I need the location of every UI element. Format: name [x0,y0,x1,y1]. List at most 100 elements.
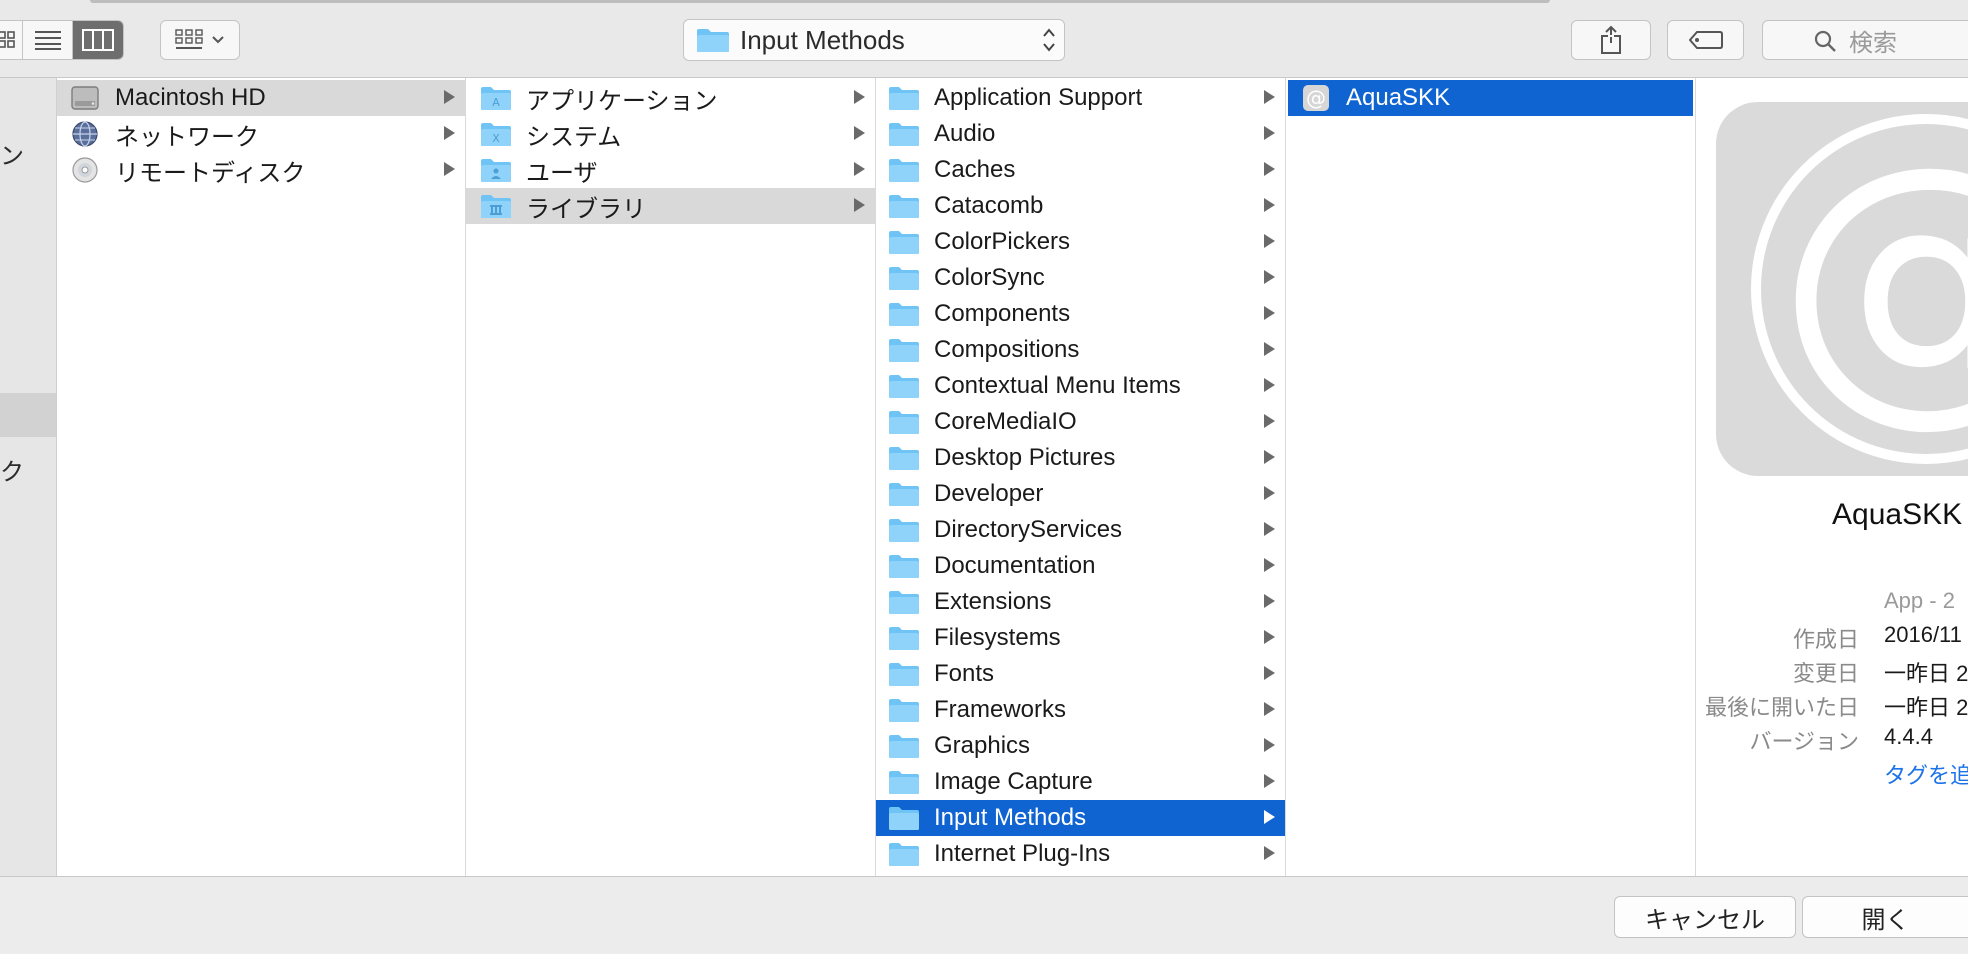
column-item-directoryservices[interactable]: DirectoryServices [876,512,1285,548]
column-item-extensions[interactable]: Extensions [876,584,1285,620]
column-item-label: Compositions [934,336,1080,363]
column-item-label: リモートディスク [115,159,306,187]
sidebar-item-fragment[interactable]: ク [0,452,24,487]
arrange-grid-icon [175,29,203,49]
disclosure-arrow-icon [444,126,455,140]
column-item-label: Catacomb [934,192,1044,219]
folder-icon [888,264,920,292]
share-button[interactable] [1571,20,1651,60]
preview-pane: @ AquaSKK App - 2 作成日 2016/11 変更日 一昨日 2 … [1696,78,1968,876]
column-item-fonts[interactable]: Fonts [876,656,1285,692]
column-item-graphics[interactable]: Graphics [876,728,1285,764]
column-item-filesystems[interactable]: Filesystems [876,620,1285,656]
column-item-label: Desktop Pictures [934,444,1116,471]
network-globe-icon [69,120,101,148]
search-field[interactable]: 検索 [1762,20,1968,60]
column-item-label: Developer [934,480,1044,507]
column-item-documentation[interactable]: Documentation [876,548,1285,584]
column-item-label: Components [934,300,1071,327]
column-item-coremediaio[interactable]: CoreMediaIO [876,404,1285,440]
browser-column-root: A アプリケーション X システム ユーザ ライブラリ [466,78,876,876]
disclosure-arrow-icon [1264,594,1275,608]
column-item-contextual-menu-items[interactable]: Contextual Menu Items [876,368,1285,404]
folder-icon [888,300,920,328]
location-popup[interactable]: Input Methods [683,19,1065,61]
folder-icon [888,840,920,868]
disclosure-arrow-icon [1264,126,1275,140]
disclosure-arrow-icon [1264,198,1275,212]
column-item-label: CoreMediaIO [934,408,1077,435]
column-item-macintosh-hd[interactable]: Macintosh HD [57,80,465,116]
tag-button[interactable] [1667,20,1744,60]
folder-icon [888,372,920,400]
disclosure-arrow-icon [1264,270,1275,284]
column-item-label: Graphics [934,732,1031,759]
folder-icon [888,408,920,436]
column-item-applications[interactable]: A アプリケーション [466,80,875,116]
column-item-users[interactable]: ユーザ [466,152,875,188]
sidebar-item-fragment[interactable]: ン [0,136,24,171]
at-sign-app-icon: @ [1300,84,1332,112]
folder-icon [888,444,920,472]
up-down-chevron-icon [1034,22,1064,58]
column-item-internet-plug-ins[interactable]: Internet Plug-Ins [876,836,1285,872]
disclosure-arrow-icon [1264,630,1275,644]
disclosure-arrow-icon [1264,738,1275,752]
column-item-system[interactable]: X システム [466,116,875,152]
column-item-catacomb[interactable]: Catacomb [876,188,1285,224]
column-item-frameworks[interactable]: Frameworks [876,692,1285,728]
last-opened-label: 最後に開いた日 [1704,695,1859,720]
column-item-library[interactable]: ライブラリ [466,188,875,224]
arrange-dropdown-button[interactable] [160,20,240,60]
folder-icon [888,768,920,796]
column-item-remote-disc[interactable]: リモートディスク [57,152,465,188]
sidebar-selected-row[interactable] [0,393,56,437]
add-tags-link[interactable]: タグを追 [1884,758,1968,790]
disclosure-arrow-icon [1264,162,1275,176]
column-item-label: Documentation [934,552,1096,579]
disclosure-arrow-icon [854,198,865,212]
column-item-colorpickers[interactable]: ColorPickers [876,224,1285,260]
column-item-image-capture[interactable]: Image Capture [876,764,1285,800]
column-item-desktop-pictures[interactable]: Desktop Pictures [876,440,1285,476]
disclosure-arrow-icon [444,162,455,176]
column-item-label: Internet Plug-Ins [934,840,1111,867]
list-view-button[interactable] [23,21,73,59]
preview-app-name: AquaSKK [1832,498,1963,531]
open-button[interactable]: 開く [1802,896,1968,938]
column-item-network[interactable]: ネットワーク [57,116,465,152]
icon-view-button[interactable] [0,21,23,59]
column-item-aquaskk[interactable]: @ AquaSKK [1288,80,1693,116]
folder-icon [888,660,920,688]
folder-icon [888,336,920,364]
column-view-button[interactable] [73,21,123,59]
svg-text:@: @ [1306,86,1326,110]
svg-text:@: @ [1776,102,1968,451]
column-item-input-methods[interactable]: Input Methods [876,800,1285,836]
tag-icon [1688,31,1723,49]
browser-column-volumes: Macintosh HD ネットワーク リモートディスク [57,78,466,876]
search-icon [1814,30,1836,52]
svg-text:A: A [492,96,500,109]
column-item-label: Contextual Menu Items [934,372,1181,399]
cancel-button[interactable]: キャンセル [1614,896,1796,938]
column-item-colorsync[interactable]: ColorSync [876,260,1285,296]
column-item-label: Macintosh HD [115,84,266,111]
column-item-label: Filesystems [934,624,1061,651]
column-item-application-support[interactable]: Application Support [876,80,1285,116]
column-item-audio[interactable]: Audio [876,116,1285,152]
disclosure-arrow-icon [854,162,865,176]
column-item-components[interactable]: Components [876,296,1285,332]
column-item-developer[interactable]: Developer [876,476,1285,512]
column-item-label: ColorSync [934,264,1045,291]
column-item-label: システム [526,123,622,151]
disclosure-arrow-icon [1264,558,1275,572]
users-folder-icon [480,156,512,184]
folder-icon [888,732,920,760]
column-item-compositions[interactable]: Compositions [876,332,1285,368]
dialog-button-bar: キャンセル 開く [0,876,1968,954]
column-item-label: Extensions [934,588,1052,615]
columns-icon [82,29,114,51]
column-item-caches[interactable]: Caches [876,152,1285,188]
hard-drive-icon [69,84,101,112]
